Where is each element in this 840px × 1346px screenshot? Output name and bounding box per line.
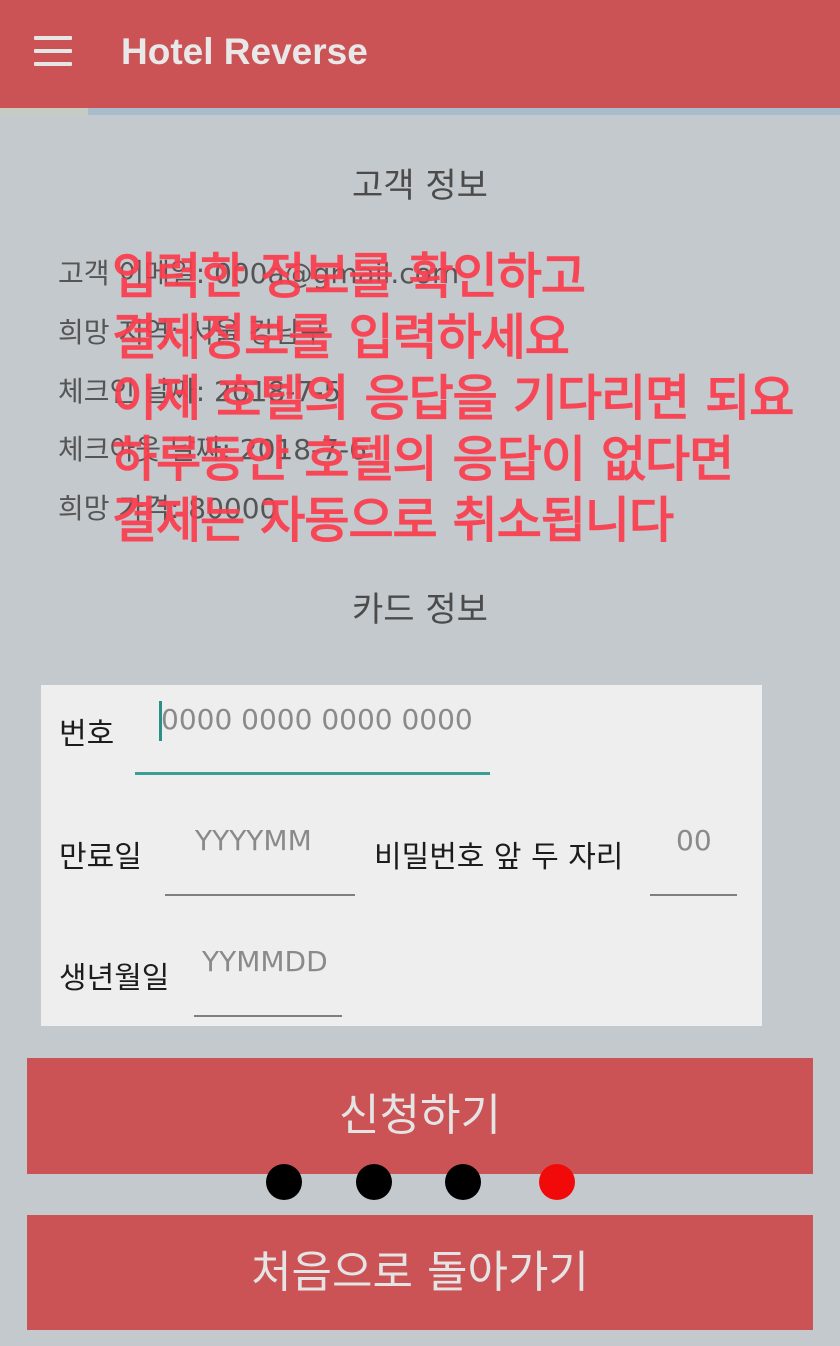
expiry-label: 만료일 [59,840,142,875]
page-indicator-dot [266,1164,302,1200]
page-indicator-dot [445,1164,481,1200]
card-number-input[interactable]: 0000 0000 0000 0000 [135,699,490,775]
app-title: Hotel Reverse [121,31,368,72]
expiry-input[interactable]: YYYYMM [165,820,355,896]
app-bar: Hotel Reverse [0,0,840,108]
overlay-line: 하루동안 호텔의 응답이 없다면 [112,431,734,488]
card-info-title: 카드 정보 [352,590,488,630]
birth-underline [194,1015,342,1017]
password-label: 비밀번호 앞 두 자리 [374,840,624,875]
hamburger-menu-icon[interactable] [34,36,72,66]
card-number-placeholder: 0000 0000 0000 0000 [161,703,473,736]
card-number-label: 번호 [59,717,115,752]
apply-button[interactable]: 신청하기 [27,1058,813,1174]
password-input[interactable]: 00 [650,820,737,896]
back-to-start-button[interactable]: 처음으로 돌아가기 [27,1215,813,1330]
page-indicator-dot-active [539,1164,575,1200]
birth-input[interactable]: YYMMDD [194,941,342,1017]
overlay-line: 입력한 정보를 확인하고 [112,248,586,305]
card-number-underline [135,772,490,775]
page-indicator-dot [356,1164,392,1200]
overlay-line: 이제 호텔의 응답을 기다리면 되요 [112,370,794,427]
overlay-line: 결제정보를 입력하세요 [112,309,570,366]
instruction-overlay: 입력한 정보를 확인하고 결제정보를 입력하세요 이제 호텔의 응답을 기다리면… [112,246,832,551]
overlay-line: 결제는 자동으로 취소됩니다 [112,492,674,549]
password-placeholder: 00 [676,824,712,857]
birth-placeholder: YYMMDD [202,945,328,978]
expiry-underline [165,894,355,896]
app-bar-shadow-left [0,108,88,115]
password-underline [650,894,737,896]
app-bar-divider [88,108,840,115]
expiry-placeholder: YYYYMM [195,824,312,857]
birth-label: 생년월일 [59,961,170,996]
customer-info-title: 고객 정보 [352,166,488,206]
card-form: 번호 0000 0000 0000 0000 만료일 YYYYMM 비밀번호 앞… [41,685,762,1026]
